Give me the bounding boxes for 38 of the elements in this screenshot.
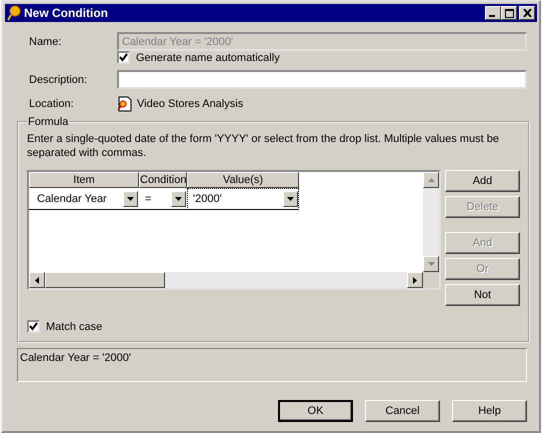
- dialog-button[interactable]: OK: [278, 400, 353, 422]
- value-dropdown[interactable]: '2000': [187, 188, 299, 210]
- close-icon: [522, 9, 532, 17]
- column-header[interactable]: Value(s): [187, 172, 299, 188]
- cell-text: =: [145, 192, 152, 204]
- condition-summary: Calendar Year = '2000': [17, 348, 527, 382]
- instruction-text: Enter a single-quoted date of the form 'YYYY' or select from the drop list. Multiple values must be separated with commas.: [27, 132, 500, 160]
- horizontal-scrollbar[interactable]: [29, 272, 439, 288]
- description-field[interactable]: [117, 70, 527, 89]
- close-button[interactable]: [519, 6, 535, 20]
- document-icon: [117, 96, 133, 112]
- side-button[interactable]: Not: [445, 284, 520, 306]
- checkbox-label: Generate name automatically: [136, 52, 280, 64]
- cell-text: '2000': [193, 192, 222, 204]
- checkbox[interactable]: [27, 320, 40, 333]
- scrollbar-corner: [423, 272, 439, 288]
- scroll-left-icon[interactable]: [35, 276, 39, 284]
- field-label: Description:: [28, 74, 88, 86]
- dialog-button[interactable]: Help: [452, 400, 527, 422]
- dialog-button[interactable]: Cancel: [365, 400, 440, 422]
- column-header[interactable]: Item: [29, 172, 139, 188]
- pin-icon: [7, 5, 21, 21]
- maximize-icon: [504, 8, 514, 18]
- group-title: Formula: [27, 116, 70, 128]
- field-label: Name:: [28, 36, 62, 48]
- maximize-button[interactable]: [501, 6, 517, 20]
- window-title: New Condition: [24, 6, 109, 20]
- condition-dropdown[interactable]: =: [139, 188, 187, 210]
- column-header[interactable]: Condition: [139, 172, 187, 188]
- minimize-button[interactable]: [485, 6, 501, 20]
- side-button[interactable]: Add: [445, 170, 520, 192]
- location-value: Video Stores Analysis: [137, 98, 244, 110]
- checkbox-label: Match case: [46, 320, 102, 332]
- checkbox[interactable]: [117, 51, 130, 64]
- scroll-right-icon[interactable]: [413, 276, 417, 284]
- cell-text: Calendar Year: [37, 192, 107, 204]
- field-label: Location:: [28, 98, 75, 110]
- item-dropdown[interactable]: Calendar Year: [29, 188, 139, 210]
